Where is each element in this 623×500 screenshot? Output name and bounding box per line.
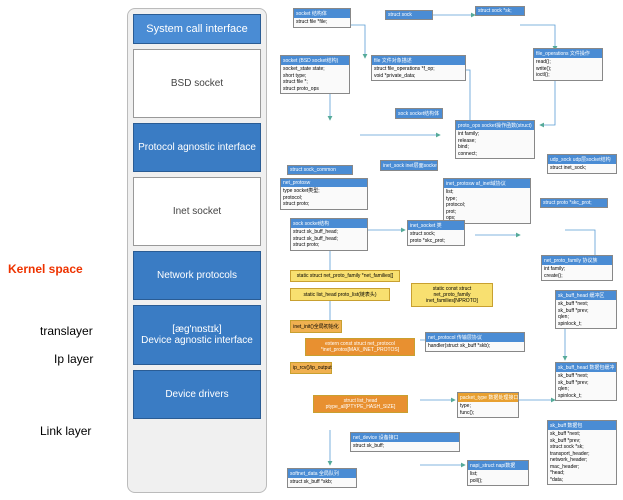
y-netfamilies: static struct net_proto_family *net_fami…	[290, 270, 400, 282]
label-kernel: Kernel space	[8, 262, 83, 276]
box-structsock: struct sock	[385, 10, 433, 20]
y-inetfam: static const struct net_proto_family ine…	[411, 283, 493, 307]
box-inetsocket: inet_socket 类struct sock; proto *skc_pro…	[407, 220, 465, 246]
stack-device-agnostic: [æg'nɒstɪk] Device agnostic interface	[133, 305, 261, 365]
box-netprotosw24: net_protoswtype socket类型; protocol; stru…	[280, 178, 368, 210]
box-sock-sk: struct sock *sk;	[475, 6, 525, 16]
stack-protocol-agnostic: Protocol agnostic interface	[133, 123, 261, 172]
box-skbuff: sk_buff 数据包sk_buff *next; sk_buff *prev;…	[547, 420, 617, 485]
y-protolist: static list_head proto_list(链表头)	[290, 288, 390, 301]
label-linklayer: Link layer	[40, 424, 91, 438]
box-netprotofam: net_proto_family 协议族int family; create()…	[541, 255, 613, 281]
box-sock14: sock socket结构struct sk_buff_head; struct…	[290, 218, 368, 251]
box-udpsock: udp_sock udp层socket结构struct inet_sock;	[547, 154, 617, 174]
label-iplayer: Ip layer	[54, 352, 93, 366]
box-napi: napi_struct napi数据list; poll();	[467, 460, 529, 486]
box-sock6: sock socket结构体	[395, 108, 443, 119]
y-ptypeall: struct list_head ptype_all[PTYPE_HASH_SI…	[313, 395, 408, 413]
box-socket1: socket 结构体struct file *file;	[293, 8, 351, 28]
stack-title: System call interface	[133, 14, 261, 44]
y-inetprotos: extern const struct net_protocol *inet_p…	[305, 338, 415, 356]
label-translayer: translayer	[40, 324, 93, 338]
box-softnet: softnet_data 全局队列struct sk_buff *skb;	[287, 468, 357, 488]
stack-network: Network protocols	[133, 251, 261, 300]
box-inetsock25: inet_sock inet层面socket	[380, 160, 438, 171]
box-fileops: file_operations 文件操作read(); write(); ioc…	[533, 48, 603, 81]
box-packettype: packet_type 数据处理接口type; func();	[457, 392, 519, 418]
stack-drivers: Device drivers	[133, 370, 261, 419]
stack-bsd: BSD socket	[133, 49, 261, 118]
box-bsd-socket: socket (BSD socket结构)socket_state state;…	[280, 55, 350, 94]
y-inetinit: inet_init()全局初始化	[290, 320, 342, 333]
stack-inet: Inet socket	[133, 177, 261, 246]
box-file: file 文件对象描述struct file_operations *f_op;…	[371, 55, 466, 81]
struct-diagram: socket 结构体struct file *file; struct sock…	[275, 0, 623, 500]
box-netprotocol: net_protocol 传输层协议handler(struct sk_buff…	[425, 332, 525, 352]
box-netdevice: net_device 设备接口struct sk_buff;	[350, 432, 460, 452]
box-sockcommon: struct sock_common	[287, 165, 353, 175]
box-skbuffhead18: sk_buff_head 数据包缓冲sk_buff *next; sk_buff…	[555, 362, 617, 401]
box-skcprot: struct proto *skc_prot;	[540, 198, 608, 208]
y-iprcv: ip_rcv()/ip_output	[290, 362, 332, 374]
box-protoops: proto_ops socket操作函数(struct)int family; …	[455, 120, 535, 159]
protocol-stack: System call interface BSD socket Protoco…	[127, 8, 267, 493]
box-skbuffhead16: sk_buff_head 缓冲区sk_buff *next; sk_buff *…	[555, 290, 617, 329]
box-inetprotosw: inet_protosw af_inet域协议list; type; proto…	[443, 178, 531, 224]
